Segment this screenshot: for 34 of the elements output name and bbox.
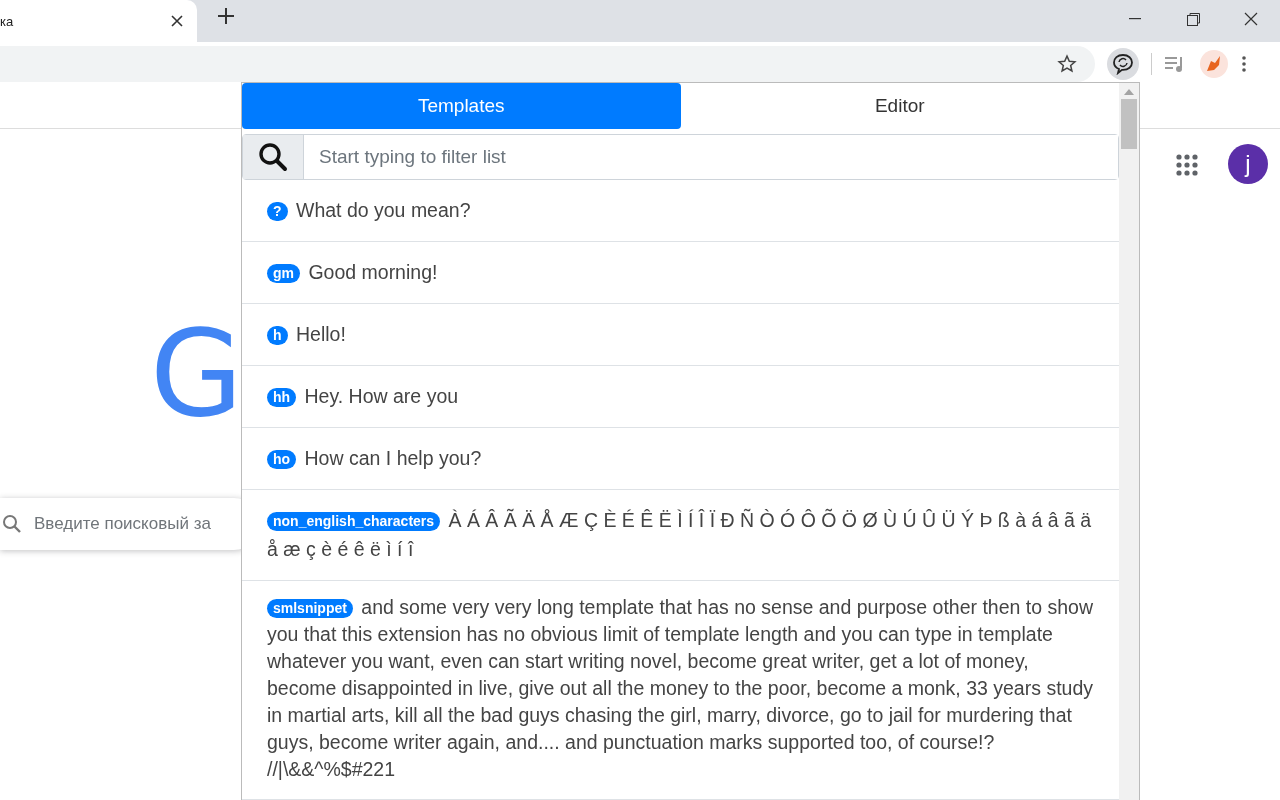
tab[interactable]: Templates (242, 83, 681, 129)
search-icon (258, 141, 288, 172)
speech-bubble-icon (1112, 53, 1134, 75)
star-icon[interactable] (1057, 54, 1077, 74)
menu-icon[interactable] (1242, 56, 1246, 72)
shortcut-tag: hh (267, 388, 297, 407)
shortcut-tag: gm (267, 264, 300, 283)
filter-field[interactable]: Start typing to filter list (242, 133, 1119, 180)
browser-tab[interactable]: ка (0, 0, 197, 42)
restore-icon[interactable] (1186, 12, 1200, 26)
close-icon[interactable] (1244, 12, 1258, 26)
logo: G (150, 314, 243, 434)
shortcut-tag: h (267, 326, 288, 345)
template-item[interactable]: ho How can I help you? (242, 428, 1119, 490)
tab-title: ка (0, 13, 14, 29)
shortcut-tag: non_english_characters (267, 512, 441, 531)
account-avatar[interactable]: j (1228, 144, 1268, 184)
scrollbar[interactable] (1119, 83, 1139, 800)
close-icon[interactable] (171, 15, 183, 27)
minimize-icon[interactable] (1129, 18, 1141, 20)
template-item[interactable]: ? What do you mean? (242, 180, 1119, 242)
shortcut-tag: ? (267, 202, 288, 221)
apps-grid-icon[interactable] (1176, 154, 1198, 176)
search-icon (2, 514, 22, 534)
extension-button[interactable] (1107, 48, 1139, 80)
shortcut-tag: ho (267, 450, 297, 469)
template-item[interactable]: non_english_characters À Á Â Ã Ä Å Æ Ç È É Ê Ë Ì Í Î Ï Ð Ñ Ò Ó Ô Õ Ö Ø Ù Ú Û Ü Ý Þ ß à á â ã ä å æ ç è é ê ë ì í î (242, 490, 1119, 581)
template-item[interactable]: smlsnippet and some very very long template that has no sense and purpose other then to show you that this extension has no obvious limit of template length and you can type in template whatever you want, even can start writing novel, become great writer, get a lot of money, become disappointed in live, give out all the money to the poor, become a monk, 33 years study in martial arts, kill all the bad guys chasing the girl, marry, divorce, go to jail for murdering that guys, become writer again, and.... and punctuation marks supported too, of course!? //|\&&^%$#221 (242, 581, 1119, 800)
template-item[interactable]: h Hello! (242, 304, 1119, 366)
plus-icon[interactable] (215, 5, 237, 27)
template-item[interactable]: hh Hey. How are you (242, 366, 1119, 428)
scrollbar-thumb[interactable] (1121, 99, 1137, 149)
template-item[interactable]: gm Good morning! (242, 242, 1119, 304)
shortcut-tag: smlsnippet (267, 599, 353, 618)
